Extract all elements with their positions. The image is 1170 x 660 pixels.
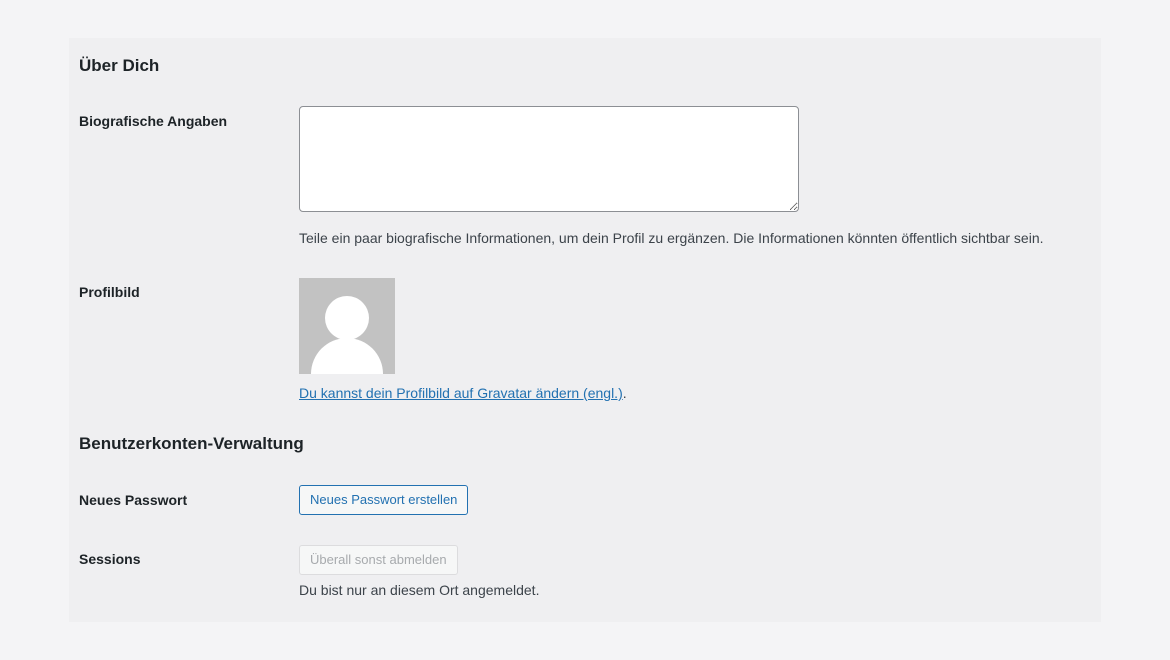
bio-field-wrapper <box>299 106 799 212</box>
section-title-account: Benutzerkonten-Verwaltung <box>79 434 304 453</box>
sessions-label: Sessions <box>79 551 141 567</box>
avatar-label: Profilbild <box>79 284 140 300</box>
gravatar-link[interactable]: Du kannst dein Profilbild auf Gravatar ä… <box>299 385 623 401</box>
avatar-head-shape <box>325 296 369 340</box>
bio-label: Biografische Angaben <box>79 113 228 129</box>
profile-panel: Über Dich Biografische Angaben Teile ein… <box>69 38 1101 622</box>
avatar-body-shape <box>311 338 383 374</box>
generate-password-button[interactable]: Neues Passwort erstellen <box>299 485 469 515</box>
sessions-description: Du bist nur an diesem Ort angemeldet. <box>299 582 540 598</box>
avatar-wrapper <box>299 278 395 374</box>
bio-textarea[interactable] <box>299 106 799 212</box>
section-title-about: Über Dich <box>79 56 160 75</box>
logout-everywhere-button[interactable]: Überall sonst abmelden <box>299 545 458 575</box>
gravatar-suffix: . <box>622 385 627 401</box>
gravatar-line: Du kannst dein Profilbild auf Gravatar ä… <box>299 384 627 402</box>
bio-description: Teile ein paar biografische Informatione… <box>299 230 1044 246</box>
default-avatar-person-icon <box>299 278 395 374</box>
password-label: Neues Passwort <box>79 492 188 508</box>
